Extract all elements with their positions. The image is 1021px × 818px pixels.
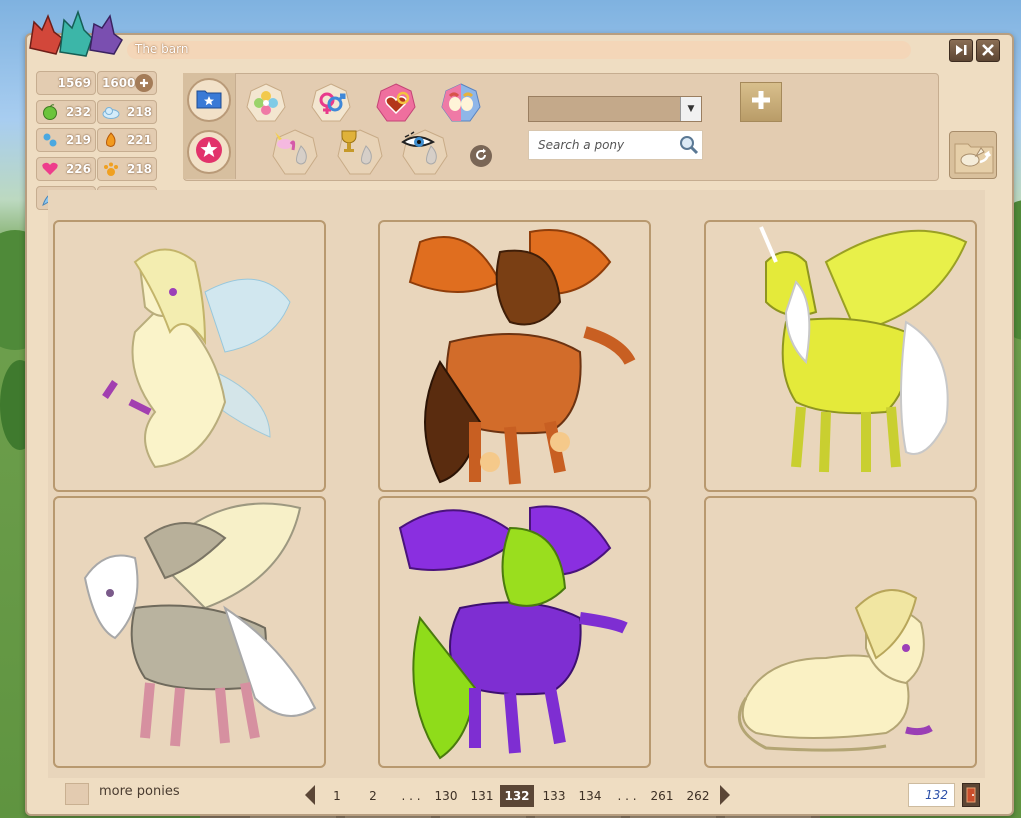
folder-select[interactable]: ▼ xyxy=(528,96,702,122)
page-ellipsis: . . . xyxy=(401,789,421,803)
filter-love-button[interactable] xyxy=(373,82,419,128)
stat-resource: 1569 xyxy=(36,71,96,95)
pony-card[interactable] xyxy=(378,220,651,492)
cloud-icon xyxy=(102,104,120,120)
page-131[interactable]: 131 xyxy=(466,785,498,807)
page-261[interactable]: 261 xyxy=(646,785,678,807)
refresh-button[interactable] xyxy=(470,145,492,167)
page-1[interactable]: 1 xyxy=(326,785,348,807)
stat-value: 221 xyxy=(126,133,152,147)
flower-icon xyxy=(245,82,287,128)
stat-item: 221 xyxy=(97,128,157,152)
star-icon xyxy=(195,136,223,168)
next-page-button[interactable] xyxy=(718,783,732,807)
folder-star-icon xyxy=(196,87,222,113)
page-262[interactable]: 262 xyxy=(682,785,714,807)
stat-value: 226 xyxy=(65,162,91,176)
stat-value: 1600 xyxy=(102,76,136,90)
page-ellipsis: . . . xyxy=(617,789,637,803)
heart-icon xyxy=(41,161,59,177)
more-ponies-label: more ponies xyxy=(99,784,180,799)
prev-page-button[interactable] xyxy=(303,783,317,807)
title-bar xyxy=(127,41,911,59)
hoofprint-icon xyxy=(41,132,59,148)
stat-item: 219 xyxy=(36,128,96,152)
move-pony-button[interactable] xyxy=(949,131,997,179)
filter-breed-button[interactable] xyxy=(438,82,484,128)
stat-value: 1569 xyxy=(57,76,91,90)
page-133[interactable]: 133 xyxy=(538,785,570,807)
logo xyxy=(26,8,126,58)
pony-card[interactable] xyxy=(704,220,977,492)
filter-gender-button[interactable] xyxy=(308,82,354,128)
stat-value: 232 xyxy=(65,105,91,119)
page-130[interactable]: 130 xyxy=(430,785,462,807)
chevron-down-icon: ▼ xyxy=(680,97,701,121)
heart-ring-icon xyxy=(375,82,417,128)
folder-view-button[interactable] xyxy=(187,78,231,122)
plus-icon xyxy=(749,88,773,116)
stat-item: 232 xyxy=(36,100,96,124)
paw-icon xyxy=(102,161,120,177)
filter-colors-button[interactable] xyxy=(243,82,289,128)
flame-icon xyxy=(102,132,120,148)
chevron-left-icon xyxy=(305,785,315,805)
trophy-slot[interactable] xyxy=(336,128,384,176)
favorites-view-button[interactable] xyxy=(187,130,231,174)
page-132-current[interactable]: 132 xyxy=(500,785,534,807)
window-title: The barn xyxy=(135,42,189,56)
pony-portrait xyxy=(398,505,628,760)
add-currency-button[interactable] xyxy=(135,74,153,92)
page-number-input[interactable] xyxy=(908,783,955,807)
close-button[interactable] xyxy=(976,39,1000,62)
stat-item: 226 xyxy=(36,157,96,181)
couple-icon xyxy=(440,82,482,128)
skip-icon xyxy=(954,41,968,60)
stat-resource: 1600 xyxy=(97,71,157,95)
pony-card[interactable] xyxy=(378,496,651,768)
pony-portrait xyxy=(759,226,968,473)
refresh-icon xyxy=(474,147,488,166)
pony-portrait xyxy=(102,248,291,469)
more-ponies-checkbox[interactable] xyxy=(65,783,89,805)
go-page-button[interactable] xyxy=(962,783,980,807)
eye-slot[interactable] xyxy=(401,128,449,176)
close-icon xyxy=(982,41,994,60)
page-134[interactable]: 134 xyxy=(574,785,606,807)
pony-portrait xyxy=(408,229,636,485)
chevron-right-icon xyxy=(720,785,730,805)
gender-icon xyxy=(310,82,352,128)
unicorn-slot[interactable] xyxy=(271,128,319,176)
pony-card[interactable] xyxy=(704,496,977,768)
stat-value: 218 xyxy=(126,105,152,119)
pony-card[interactable] xyxy=(53,496,326,768)
search-icon[interactable] xyxy=(678,134,700,156)
add-folder-button[interactable] xyxy=(740,82,782,122)
pony-card[interactable] xyxy=(53,220,326,492)
plus-icon xyxy=(140,79,148,87)
door-icon xyxy=(966,787,976,807)
stat-value: 218 xyxy=(126,162,152,176)
pony-portrait xyxy=(737,589,933,752)
stat-value: 219 xyxy=(65,133,91,147)
pony-portrait xyxy=(83,502,317,747)
skip-button[interactable] xyxy=(949,39,973,62)
page-2[interactable]: 2 xyxy=(362,785,384,807)
search-input[interactable] xyxy=(528,130,703,160)
stat-item: 218 xyxy=(97,100,157,124)
apple-icon xyxy=(41,104,59,120)
pony-move-icon xyxy=(954,138,994,178)
stat-item: 218 xyxy=(97,157,157,181)
